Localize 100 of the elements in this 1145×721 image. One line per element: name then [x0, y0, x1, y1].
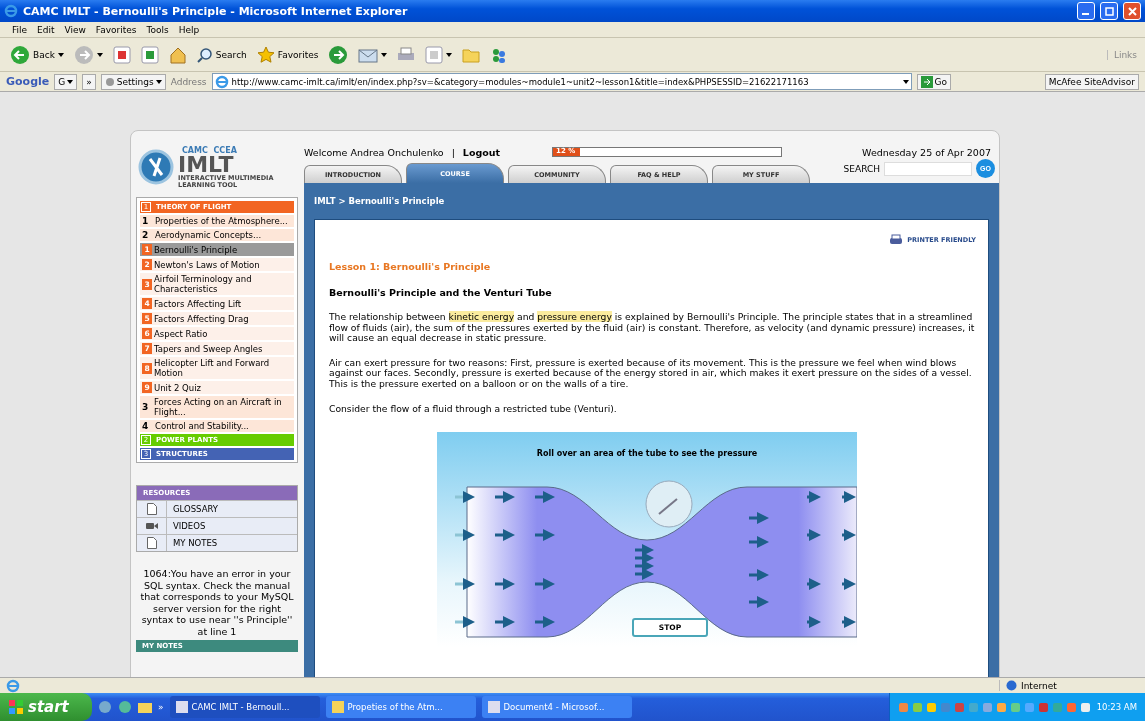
tray-icon	[925, 701, 937, 713]
menu-item[interactable]: Help	[174, 24, 204, 35]
lesson-title: Bernoulli's Principle	[154, 244, 238, 255]
taskbar-button[interactable]: Document4 - Microsof...	[481, 696, 632, 718]
module-item[interactable]: 4 Control and Stability...	[140, 420, 294, 432]
resource-item[interactable]: GLOSSARY	[137, 500, 297, 517]
edit-button[interactable]	[423, 43, 455, 66]
menu-item[interactable]: Tools	[142, 24, 173, 35]
taskbar-button[interactable]: CAMC IMLT - Bernoull...	[169, 696, 320, 718]
resource-label: VIDEOS	[172, 521, 206, 531]
folder-icon	[138, 700, 152, 714]
search-icon	[196, 46, 213, 63]
welcome-text: Welcome Andrea Onchulenko	[304, 146, 444, 158]
menu-item[interactable]: File	[8, 24, 32, 35]
caret-icon	[57, 52, 64, 57]
more-label: »	[158, 702, 164, 712]
lesson-title: Factors Affecting Drag	[154, 313, 249, 324]
home-icon	[168, 45, 187, 64]
close-button[interactable]	[1123, 2, 1141, 20]
minimize-button[interactable]	[1077, 2, 1095, 20]
lesson-title: Newton's Laws of Motion	[154, 259, 260, 270]
window-title: CAMC IMLT - Bernoulli's Principle - Microsoft Internet Explorer	[23, 4, 409, 18]
restore-icon	[1104, 6, 1114, 16]
lesson-title: Unit 2 Quiz	[154, 382, 201, 393]
tray-icon	[995, 701, 1007, 713]
caret-icon	[446, 52, 453, 57]
tray-icon	[981, 701, 993, 713]
lesson-title: Tapers and Sweep Angles	[154, 343, 263, 354]
taskbar-button[interactable]: Propeties of the Atm...	[325, 696, 476, 718]
module-title: Forces Acting on an Aircraft in Flight...	[153, 397, 283, 417]
menu-item[interactable]: View	[60, 24, 90, 35]
caret-icon	[902, 79, 909, 84]
module-item[interactable]: 1 Properties of the Atmosphere...	[140, 215, 294, 227]
paragraph: The relationship between kinetic energy and pressure energy is explained by Bernoulli's Principle. The principle states that in a streamlined flow of fluids (air), the sum of the pressures exerted by the fluid (air) is constant. Therefore, as velocity (and dynamic pressure) increases, it will cause an equal decrease in static pressure.	[329, 312, 976, 344]
siteadvisor-button[interactable]: McAfee SiteAdvisor	[1044, 73, 1139, 90]
zone-label: Internet	[1021, 680, 1057, 691]
quick-launch-icon	[98, 700, 112, 714]
resource-label: GLOSSARY	[172, 504, 219, 514]
resource-item[interactable]: MY NOTES	[137, 534, 297, 551]
tray-icon	[967, 701, 979, 713]
error-message: 1064:You have an error in your SQL syntax. Check the manual that corresponds to your MySQL server version for the right syntax to use near ''s Principle'' at line 1	[139, 568, 295, 637]
google-logo: Google	[6, 75, 50, 88]
address-field[interactable]: http://www.camc-imlt.ca/imlt/en/index.php?sv=&category=modules~module1~unit2~lesson1&title=index&PHPSESSID=21622171163	[211, 73, 912, 90]
clock: 10:23 AM	[1096, 702, 1137, 712]
tray-icon	[953, 701, 965, 713]
module-item[interactable]: 3 Forces Acting on an Aircraft in Flight...	[140, 396, 294, 418]
camera-icon	[145, 522, 158, 530]
menu-item[interactable]: Edit	[33, 24, 59, 35]
tray-icon	[897, 701, 909, 713]
more-tools-button[interactable]: »	[82, 73, 96, 90]
tray-icon	[1051, 701, 1063, 713]
tray-icon	[1037, 701, 1049, 713]
document-icon	[146, 537, 157, 549]
mail-icon	[358, 46, 379, 63]
diagram-caption: Roll over an area of the tube to see the pressure	[535, 449, 759, 459]
tray-icon	[911, 701, 923, 713]
module-item[interactable]: 2 Aerodynamic Concepts...	[140, 229, 294, 241]
stop-button[interactable]	[110, 43, 133, 66]
document-icon	[146, 503, 157, 515]
favorites-button[interactable]: Favorites	[254, 43, 321, 66]
lesson-title: Airfoil Terminology and Characteristics	[154, 274, 253, 294]
go-button[interactable]: Go	[916, 73, 951, 90]
module-title: Aerodynamic Concepts...	[155, 230, 262, 240]
restore-button[interactable]	[1100, 2, 1118, 20]
search-field[interactable]	[884, 161, 972, 176]
lesson-title: Lesson 1: Bernoulli's Principle	[329, 261, 492, 272]
module-number: 2	[142, 230, 150, 240]
lesson-title: Helicopter Lift and Forward Motion	[154, 358, 271, 378]
google-search-button[interactable]: G	[54, 73, 78, 90]
date-text: Wednesday 25 of Apr 2007	[862, 146, 992, 158]
search-label: SEARCH	[843, 163, 880, 174]
module-number: 1	[142, 216, 150, 226]
caret-icon	[96, 52, 103, 57]
window-icon	[175, 701, 188, 713]
back-button[interactable]: Back	[8, 42, 66, 67]
tray-icon	[1079, 701, 1091, 713]
logo-name: IMLT	[178, 154, 234, 175]
address-label: Address	[170, 76, 207, 87]
caret-icon	[155, 79, 162, 84]
paragraph: Air can exert pressure for two reasons: First, pressure is exerted because of its movement. This is the pressure we feel when wind blows against our faces. Secondly, pressure is exerted because of the energy stored in air, which makes it exert pressure on the sides of a vessel. This is the pressure exerted on a balloon or on the walls of a tire.	[329, 357, 973, 390]
lesson-title: Aspect Ratio	[154, 328, 208, 339]
windows-logo-icon	[8, 699, 24, 715]
logo-icon	[138, 149, 174, 185]
menu-item[interactable]: Favorites	[91, 24, 141, 35]
settings-button[interactable]: Settings	[100, 73, 166, 90]
module-title: Control and Stability...	[155, 421, 249, 431]
window-icon	[331, 701, 344, 713]
search-button[interactable]: Search	[194, 44, 249, 65]
close-icon	[1127, 6, 1137, 16]
tray-icon	[1065, 701, 1077, 713]
quick-launch-icon	[118, 700, 132, 714]
printer-icon	[397, 46, 416, 63]
go-arrow-icon	[920, 75, 933, 88]
resource-item[interactable]: VIDEOS	[137, 517, 297, 534]
tray-icon	[1009, 701, 1021, 713]
breadcrumb: IMLT > Bernoulli's Principle	[314, 195, 446, 208]
printer-icon	[889, 234, 904, 246]
logout-link[interactable]: Logout	[462, 146, 501, 158]
module-title: Properties of the Atmosphere...	[155, 216, 288, 226]
caret-icon	[67, 79, 74, 84]
